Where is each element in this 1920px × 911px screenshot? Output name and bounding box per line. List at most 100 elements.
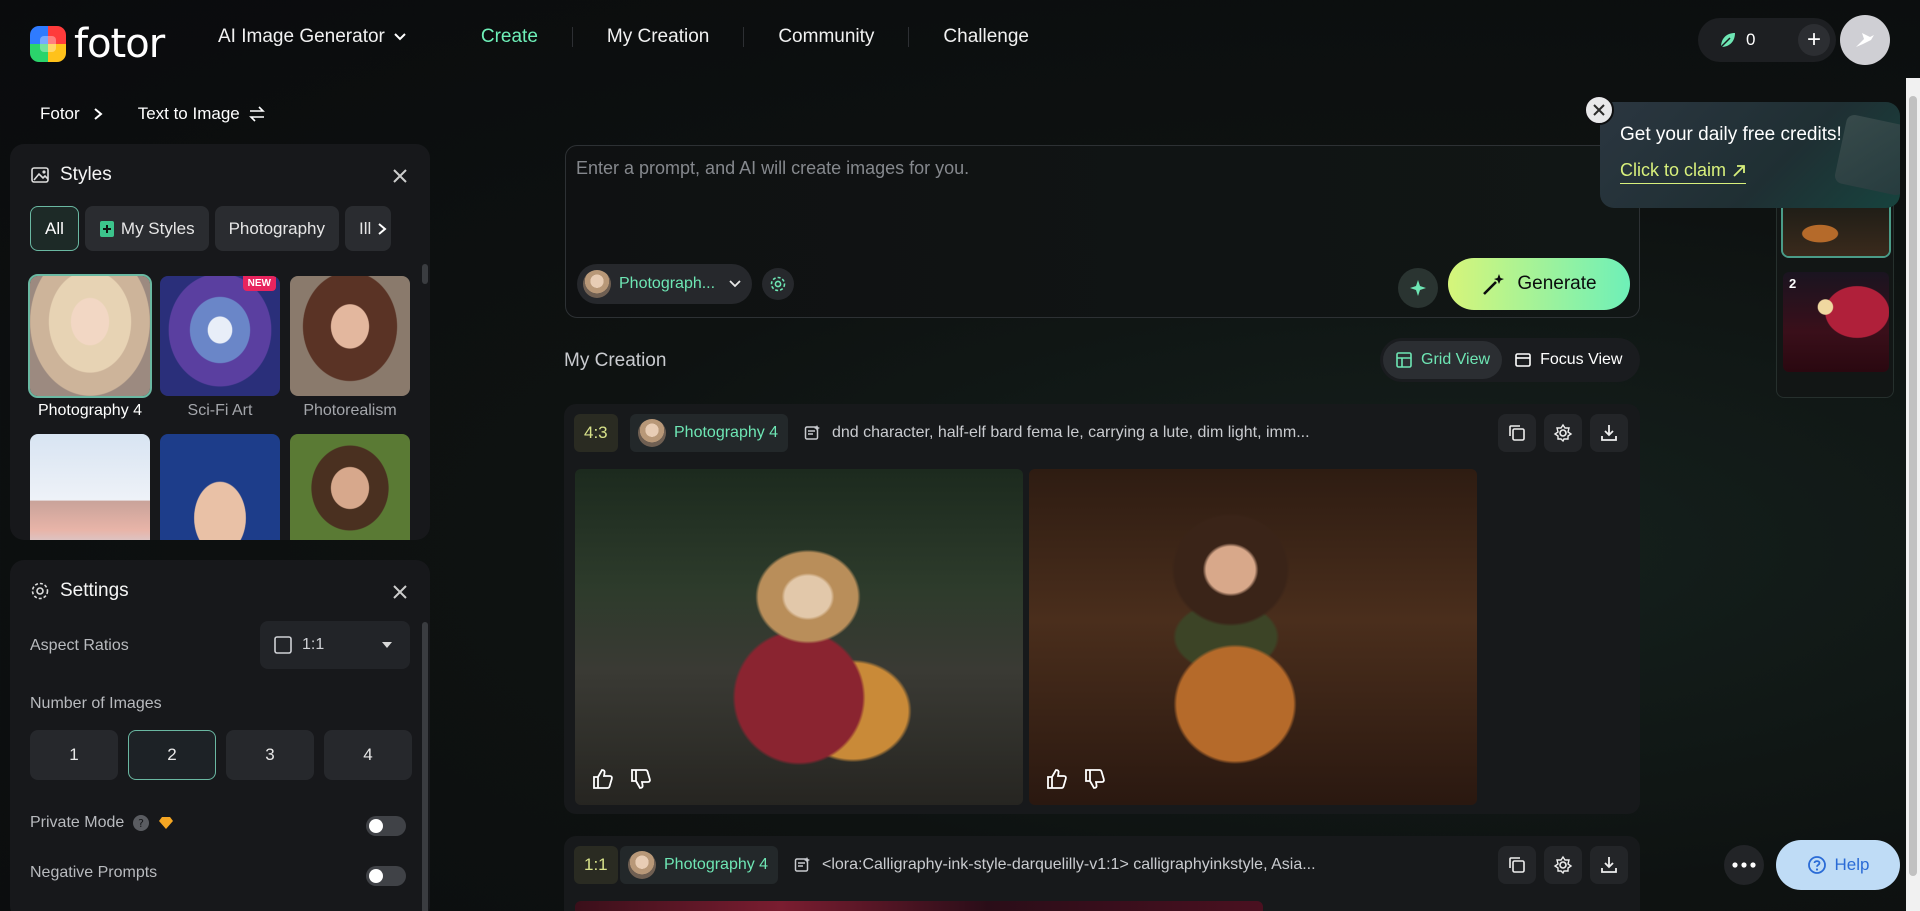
generate-button[interactable]: Generate: [1448, 258, 1630, 310]
grid-view-button[interactable]: Grid View: [1383, 341, 1503, 379]
gift-box-icon: [1833, 113, 1900, 197]
arrow-up-right-icon: [1733, 164, 1745, 177]
thumbs-up-icon[interactable]: [591, 767, 615, 791]
history-item-2[interactable]: 2: [1783, 272, 1889, 372]
creation-card: 4:3 Photography 4 dnd character, half-el…: [564, 404, 1640, 814]
prompt-text-icon: [794, 857, 810, 872]
style-thumb: [160, 434, 280, 540]
style-avatar: [583, 270, 611, 298]
breadcrumb-text-to-image[interactable]: Text to Image: [138, 104, 266, 124]
ratio-tag: 1:1: [574, 846, 618, 884]
chip-my-styles[interactable]: My Styles: [84, 206, 209, 251]
help-circle-icon[interactable]: ?: [132, 814, 150, 832]
top-nav: AI Image Generator Create My Creation Co…: [218, 26, 1063, 48]
remix-button[interactable]: [1544, 414, 1582, 452]
chevron-right-icon: [94, 108, 103, 120]
style-thumb: [30, 434, 150, 540]
close-promo-button[interactable]: [1584, 95, 1614, 125]
images-count-2[interactable]: 2: [128, 730, 216, 780]
breadcrumb-fotor[interactable]: Fotor: [40, 104, 80, 124]
styles-scrollbar[interactable]: [422, 264, 428, 284]
chip-my-styles-label: My Styles: [120, 218, 195, 238]
generated-image-preview[interactable]: [575, 901, 1263, 911]
credits-counter[interactable]: 0 +: [1698, 18, 1836, 62]
new-badge: NEW: [242, 276, 276, 291]
promo-title: Get your daily free credits!: [1620, 124, 1842, 145]
history-item-1[interactable]: [1781, 198, 1891, 258]
style-card-product[interactable]: [30, 434, 150, 540]
view-toggle: Grid View Focus View: [1380, 338, 1640, 382]
style-card-photography-4[interactable]: Photography 4: [28, 274, 152, 420]
generated-image-1[interactable]: [575, 469, 1023, 805]
page-scrollbar-thumb[interactable]: [1909, 96, 1917, 876]
prompt-line: <lora:Calligraphy-ink-style-darquelilly-…: [794, 846, 1316, 884]
thumbs-down-icon[interactable]: [1083, 767, 1107, 791]
claim-credits-link[interactable]: Click to claim: [1620, 160, 1747, 184]
chip-illustration-label: Ill: [359, 218, 372, 238]
sparkle-icon: [1410, 280, 1426, 296]
private-mode-toggle[interactable]: [366, 816, 406, 836]
grid-view-icon: [1396, 352, 1412, 368]
bird-icon: [1856, 33, 1874, 47]
style-card-photorealism[interactable]: Photorealism: [290, 276, 410, 420]
prompt-text[interactable]: dnd character, half-elf bard fema le, ca…: [832, 424, 1310, 442]
chip-all[interactable]: All: [30, 206, 79, 251]
top-bar: fotor AI Image Generator Create My Creat…: [0, 0, 1920, 78]
copy-button[interactable]: [1498, 846, 1536, 884]
number-of-images-options: 1 2 3 4: [30, 730, 412, 780]
remix-button[interactable]: [1544, 846, 1582, 884]
thumbs-down-icon[interactable]: [629, 767, 653, 791]
add-credits-button[interactable]: +: [1798, 24, 1830, 56]
close-styles-icon[interactable]: [390, 166, 410, 186]
nav-community[interactable]: Community: [744, 26, 908, 48]
magic-prompt-button[interactable]: [1398, 268, 1438, 308]
thumbs-up-icon[interactable]: [1045, 767, 1069, 791]
download-button[interactable]: [1590, 846, 1628, 884]
aspect-ratio-select[interactable]: 1:1: [260, 621, 410, 669]
fotor-logo[interactable]: fotor: [30, 21, 165, 67]
page-scrollbar[interactable]: [1906, 78, 1920, 911]
close-settings-icon[interactable]: [390, 582, 410, 602]
breadcrumb-current: Text to Image: [137, 104, 240, 123]
nav-create[interactable]: Create: [447, 26, 572, 48]
style-thumb: [290, 276, 410, 396]
settings-shortcut-button[interactable]: [762, 268, 794, 300]
daily-credits-promo: Get your daily free credits! Click to cl…: [1600, 102, 1900, 208]
style-card-portrait[interactable]: [290, 434, 410, 540]
images-count-4[interactable]: 4: [324, 730, 412, 780]
card-actions: [1498, 414, 1628, 452]
chip-illustration[interactable]: Ill: [345, 206, 391, 251]
close-icon: [1593, 104, 1605, 116]
user-avatar[interactable]: [1840, 15, 1890, 65]
focus-view-button[interactable]: Focus View: [1502, 341, 1634, 379]
style-card-sci-fi-art[interactable]: NEW Sci-Fi Art: [160, 276, 280, 420]
gear-icon: [31, 582, 49, 600]
prompt-text[interactable]: <lora:Calligraphy-ink-style-darquelilly-…: [822, 856, 1316, 874]
settings-scrollbar[interactable]: [422, 622, 428, 911]
style-label: Sci-Fi Art: [187, 402, 253, 419]
help-button[interactable]: Help: [1776, 840, 1900, 890]
download-button[interactable]: [1590, 414, 1628, 452]
download-icon: [1601, 857, 1617, 873]
images-count-3[interactable]: 3: [226, 730, 314, 780]
copy-button[interactable]: [1498, 414, 1536, 452]
chevron-down-icon: [394, 33, 406, 41]
chip-photography[interactable]: Photography: [214, 206, 339, 251]
ai-image-generator-dropdown[interactable]: AI Image Generator: [218, 26, 447, 48]
generated-image-2[interactable]: [1029, 469, 1477, 805]
prompt-input[interactable]: Enter a prompt, and AI will create image…: [576, 158, 969, 179]
style-selector-pill[interactable]: Photograph...: [577, 264, 752, 304]
more-options-button[interactable]: [1724, 845, 1764, 885]
nav-my-creation[interactable]: My Creation: [573, 26, 743, 48]
copy-icon: [1509, 425, 1525, 441]
negative-prompts-toggle[interactable]: [366, 866, 406, 886]
history-thumb: [1783, 200, 1889, 256]
generate-label: Generate: [1517, 273, 1597, 294]
images-count-1[interactable]: 1: [30, 730, 118, 780]
prompt-box[interactable]: Enter a prompt, and AI will create image…: [565, 145, 1640, 318]
style-tag-label: Photography 4: [674, 424, 779, 441]
styles-header: Styles: [30, 164, 112, 186]
nav-challenge[interactable]: Challenge: [909, 26, 1063, 48]
style-card-anime[interactable]: [160, 434, 280, 540]
image-feedback: [1045, 767, 1107, 791]
